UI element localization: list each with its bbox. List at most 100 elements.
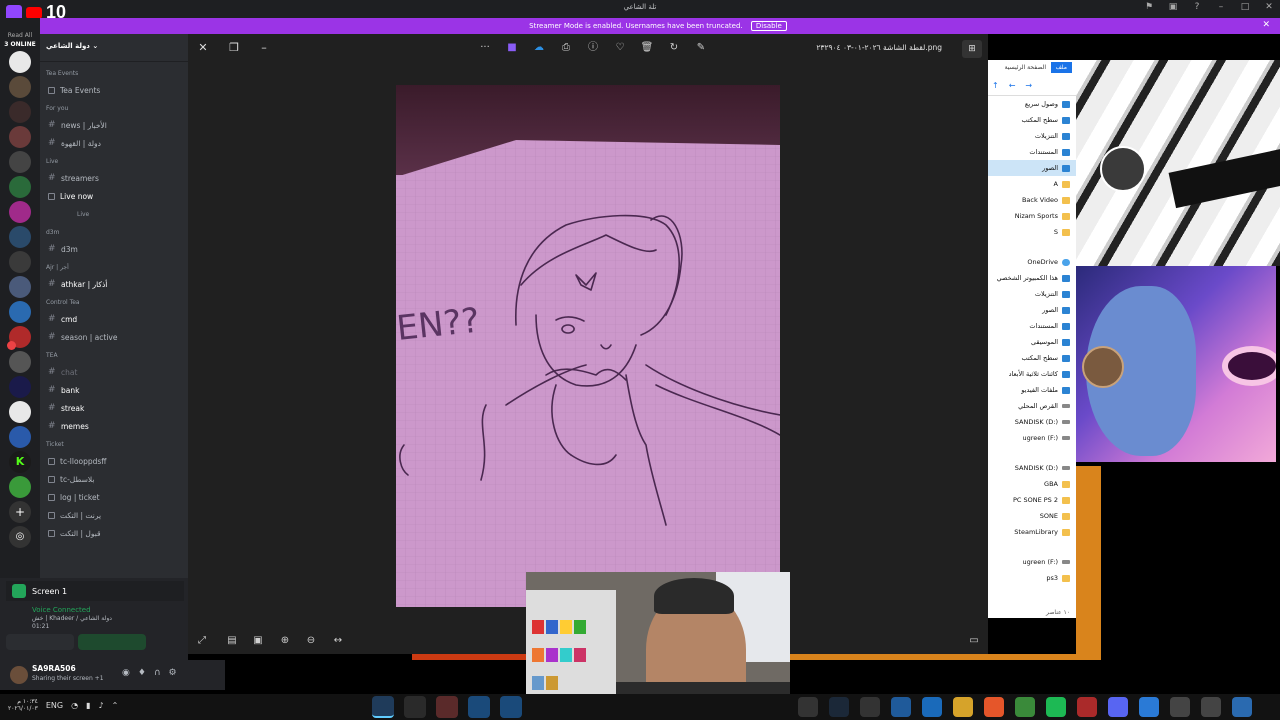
maximize-icon[interactable]: □ bbox=[1240, 2, 1250, 12]
taskbar-app-icon[interactable] bbox=[372, 696, 394, 718]
explorer-tree-item[interactable]: الصور bbox=[988, 160, 1076, 176]
explorer-tree-item[interactable]: SANDISK (D:) bbox=[988, 414, 1076, 430]
explorer-tree-item[interactable]: الصور bbox=[988, 302, 1076, 318]
zoom-in-icon[interactable]: ⊕ bbox=[277, 634, 293, 648]
help-icon[interactable]: ? bbox=[1192, 2, 1202, 12]
compact-view-icon[interactable]: ▭ bbox=[966, 634, 982, 648]
favorite-heart-icon[interactable]: ♡ bbox=[611, 40, 629, 56]
info-icon[interactable]: ⓘ bbox=[584, 40, 602, 56]
server-icon[interactable] bbox=[9, 276, 31, 298]
brave-icon[interactable] bbox=[984, 697, 1004, 717]
channel-category[interactable]: Control Tea bbox=[46, 299, 188, 306]
explorer-tree-item[interactable]: ps3 bbox=[988, 570, 1076, 586]
edit-icon[interactable]: ✎ bbox=[692, 40, 710, 56]
store-icon[interactable] bbox=[922, 697, 942, 717]
explorer-tree-item[interactable]: Nizam Sports bbox=[988, 208, 1076, 224]
volume-icon[interactable]: ♪ bbox=[98, 701, 103, 710]
server-icon[interactable] bbox=[9, 176, 31, 198]
explorer-tree-item[interactable]: التنزيلات bbox=[988, 128, 1076, 144]
explorer-tree-item[interactable]: المستندات bbox=[988, 144, 1076, 160]
channel-category[interactable]: TEA bbox=[46, 352, 188, 359]
panel-toggle-icon[interactable]: ⊞ bbox=[962, 40, 982, 58]
explorer-tree-item[interactable]: المستندات bbox=[988, 318, 1076, 334]
channel-item[interactable]: tc-llooppdsff bbox=[40, 450, 188, 468]
channel-item[interactable]: log | ticket bbox=[40, 486, 188, 504]
steam-app-icon[interactable] bbox=[829, 697, 849, 717]
explorer-tree-item[interactable]: ugreen (F:) bbox=[988, 554, 1076, 570]
server-icon[interactable] bbox=[9, 226, 31, 248]
discover-icon[interactable]: ◎ bbox=[9, 526, 31, 548]
banner-close-icon[interactable]: ✕ bbox=[1262, 20, 1270, 30]
more-options-icon[interactable]: ··· bbox=[476, 40, 494, 56]
explorer-tree-item[interactable]: ugreen (F:) bbox=[988, 430, 1076, 446]
kick-icon[interactable]: K bbox=[9, 451, 31, 473]
close-icon[interactable]: ✕ bbox=[1264, 2, 1274, 12]
tab-home[interactable]: الصفحة الرئيسية bbox=[1005, 64, 1046, 71]
channel-item[interactable]: يرنت | التكت bbox=[40, 504, 188, 522]
explorer-tree-item[interactable]: S bbox=[988, 224, 1076, 240]
minimize-icon[interactable]: – bbox=[1216, 2, 1226, 12]
explorer-tree-item[interactable]: Back Video bbox=[988, 192, 1076, 208]
server-icon[interactable] bbox=[9, 476, 31, 498]
channel-item[interactable]: # chat bbox=[40, 361, 188, 379]
channel-category[interactable]: d3m bbox=[46, 229, 188, 236]
activity-button[interactable] bbox=[78, 634, 146, 650]
channel-item[interactable]: # d3m bbox=[40, 238, 188, 256]
explorer-tree-item[interactable]: القرص المحلي bbox=[988, 398, 1076, 414]
channel-category[interactable]: Live bbox=[46, 158, 188, 165]
screen-share-button[interactable]: Screen 1 bbox=[6, 581, 184, 601]
channel-item[interactable]: # bank bbox=[40, 379, 188, 397]
channel-category[interactable]: Ticket bbox=[46, 441, 188, 448]
zoom-out-icon[interactable]: ⊖ bbox=[303, 634, 319, 648]
channel-item[interactable]: # cmd bbox=[40, 308, 188, 326]
clock[interactable]: ١٠:٣٤ م ٢٠٢٦/٠١/٠٣ bbox=[8, 698, 38, 712]
explorer-tree-item[interactable]: هذا الكمبيوتر الشخصي bbox=[988, 270, 1076, 286]
explorer-tree-item[interactable]: GBA bbox=[988, 476, 1076, 492]
channel-item[interactable]: # streamers bbox=[40, 167, 188, 185]
channel-item[interactable]: # season | active bbox=[40, 326, 188, 344]
spotify-icon[interactable] bbox=[1046, 697, 1066, 717]
server-icon[interactable] bbox=[9, 401, 31, 423]
mic-icon[interactable]: ♦ bbox=[138, 668, 146, 678]
channel-category[interactable]: For you bbox=[46, 105, 188, 112]
taskbar-app-icon[interactable] bbox=[468, 696, 490, 718]
epic-games-icon[interactable] bbox=[860, 697, 880, 717]
channel-category[interactable]: Ajr | أجر bbox=[46, 264, 188, 271]
server-icon[interactable] bbox=[9, 151, 31, 173]
explorer-tree-item[interactable]: SANDISK (D:) bbox=[988, 460, 1076, 476]
server-icon[interactable] bbox=[9, 251, 31, 273]
channel-item[interactable]: قبول | التكت bbox=[40, 522, 188, 540]
server-icon[interactable] bbox=[9, 351, 31, 373]
avatar[interactable] bbox=[10, 666, 28, 684]
channel-item[interactable]: tc-بلاسطل bbox=[40, 468, 188, 486]
explorer-tree-item[interactable]: ملفات الفيديو bbox=[988, 382, 1076, 398]
voice-connected-label[interactable]: Voice Connected bbox=[32, 606, 91, 614]
copilot-icon[interactable] bbox=[1139, 697, 1159, 717]
start-icon[interactable] bbox=[1232, 697, 1252, 717]
server-icon[interactable] bbox=[9, 376, 31, 398]
server-icon[interactable] bbox=[9, 101, 31, 123]
search-icon[interactable] bbox=[1201, 697, 1221, 717]
discord-icon[interactable] bbox=[1108, 697, 1128, 717]
explorer-tree-item[interactable]: سطح المكتب bbox=[988, 112, 1076, 128]
headphones-icon[interactable]: ∩ bbox=[154, 668, 161, 678]
stream-toggle-button[interactable] bbox=[6, 634, 74, 650]
explorer-tree-item[interactable]: SONE bbox=[988, 508, 1076, 524]
wifi-icon[interactable]: ◔ bbox=[71, 701, 78, 710]
rotate-icon[interactable]: ↻ bbox=[665, 40, 683, 56]
settings-gear-icon[interactable]: ⚙ bbox=[169, 668, 177, 678]
app-icon[interactable] bbox=[1077, 697, 1097, 717]
server-header[interactable]: دولة الشاعي ⌄ bbox=[40, 34, 188, 62]
explorer-tree-item[interactable]: PC SONE PS 2 bbox=[988, 492, 1076, 508]
channel-item[interactable]: # news | الأخبار bbox=[40, 114, 188, 132]
clipchamp-icon[interactable]: ■ bbox=[503, 40, 521, 56]
mail-icon[interactable] bbox=[891, 697, 911, 717]
zoom-level-icon[interactable]: ↔ bbox=[330, 634, 346, 648]
taskbar-app-icon[interactable] bbox=[500, 696, 522, 718]
channel-item[interactable]: # athkar | أذكار bbox=[40, 273, 188, 291]
channel-item[interactable]: Tea Events bbox=[40, 79, 188, 97]
task-view-icon[interactable] bbox=[1170, 697, 1190, 717]
tray-chevron-icon[interactable]: ⌃ bbox=[112, 701, 119, 710]
explorer-tree-item[interactable]: التنزيلات bbox=[988, 286, 1076, 302]
close-icon[interactable]: ✕ bbox=[195, 40, 211, 56]
